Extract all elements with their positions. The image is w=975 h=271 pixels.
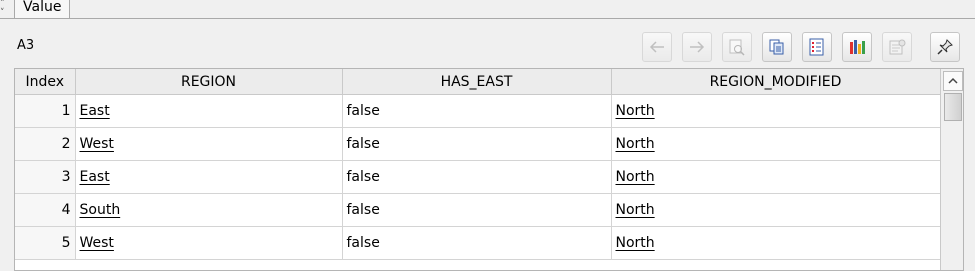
tab-value[interactable]: Value (14, 0, 70, 18)
chevron-down-icon: ˅ (0, 8, 5, 18)
column-header-region[interactable]: REGION (75, 69, 343, 95)
region-modified-link[interactable]: North (616, 169, 655, 185)
arrow-right-icon (690, 41, 705, 53)
scroll-thumb[interactable] (944, 93, 962, 121)
row-index: 2 (15, 127, 76, 161)
has-east-cell[interactable]: false (342, 193, 612, 227)
region-link[interactable]: East (80, 103, 110, 119)
table-row[interactable]: 1 East false North (15, 94, 941, 128)
region-cell[interactable]: West (75, 127, 343, 161)
row-index: 3 (15, 160, 76, 194)
has-east-cell[interactable]: false (342, 94, 612, 128)
region-modified-cell[interactable]: North (611, 193, 941, 227)
column-header-has-east[interactable]: HAS_EAST (342, 69, 612, 95)
tab-bar: ˄ ˅ Value (0, 0, 975, 19)
zoom-icon (729, 39, 745, 56)
copy-button[interactable] (762, 32, 792, 62)
region-modified-link[interactable]: North (616, 202, 655, 218)
region-cell[interactable]: East (75, 94, 343, 128)
region-link[interactable]: West (80, 235, 114, 251)
region-cell[interactable]: South (75, 193, 343, 227)
vertical-scrollbar[interactable] (940, 69, 963, 270)
tab-label: Value (23, 0, 62, 15)
zoom-button[interactable] (722, 32, 752, 62)
region-modified-cell[interactable]: North (611, 226, 941, 260)
column-header-index[interactable]: Index (15, 69, 76, 95)
toolbar (642, 32, 972, 62)
bar-chart-icon (850, 40, 865, 54)
forward-button[interactable] (682, 32, 712, 62)
collapse-handle[interactable]: ˄ ˅ (0, 0, 8, 18)
value-panel: A3 Index REGION HAS_EAST REGION_MODIFIED… (0, 19, 975, 271)
data-grid: Index REGION HAS_EAST REGION_MODIFIED 1 … (15, 69, 941, 260)
region-link[interactable]: East (80, 169, 110, 185)
properties-button[interactable] (882, 32, 912, 62)
region-modified-cell[interactable]: North (611, 160, 941, 194)
back-button[interactable] (642, 32, 672, 62)
table-row[interactable]: 4 South false North (15, 193, 941, 227)
has-east-cell[interactable]: false (342, 226, 612, 260)
column-header-region-modified[interactable]: REGION_MODIFIED (611, 69, 941, 95)
result-table: Index REGION HAS_EAST REGION_MODIFIED 1 … (14, 68, 964, 271)
region-modified-cell[interactable]: North (611, 94, 941, 128)
scroll-up-button[interactable] (943, 71, 963, 91)
table-row[interactable]: 3 East false North (15, 160, 941, 194)
chart-button[interactable] (842, 32, 872, 62)
row-index: 1 (15, 94, 76, 128)
region-modified-cell[interactable]: North (611, 127, 941, 161)
region-modified-link[interactable]: North (616, 136, 655, 152)
row-index: 5 (15, 226, 76, 260)
region-cell[interactable]: West (75, 226, 343, 260)
region-link[interactable]: West (80, 136, 114, 152)
region-cell[interactable]: East (75, 160, 343, 194)
row-index: 4 (15, 193, 76, 227)
has-east-cell[interactable]: false (342, 160, 612, 194)
table-row[interactable]: 2 West false North (15, 127, 941, 161)
header-row: Index REGION HAS_EAST REGION_MODIFIED (15, 69, 941, 95)
pin-icon (937, 39, 953, 55)
region-modified-link[interactable]: North (616, 235, 655, 251)
arrow-left-icon (649, 41, 664, 53)
has-east-cell[interactable]: false (342, 127, 612, 161)
copy-icon (769, 39, 784, 55)
cell-reference: A3 (17, 38, 35, 53)
region-link[interactable]: South (80, 202, 121, 218)
list-button[interactable] (802, 32, 832, 62)
list-icon (809, 38, 824, 56)
settings-icon (889, 39, 906, 55)
region-modified-link[interactable]: North (616, 103, 655, 119)
table-row[interactable]: 5 West false North (15, 226, 941, 260)
chevron-up-icon (948, 77, 958, 84)
pin-button[interactable] (930, 32, 960, 62)
